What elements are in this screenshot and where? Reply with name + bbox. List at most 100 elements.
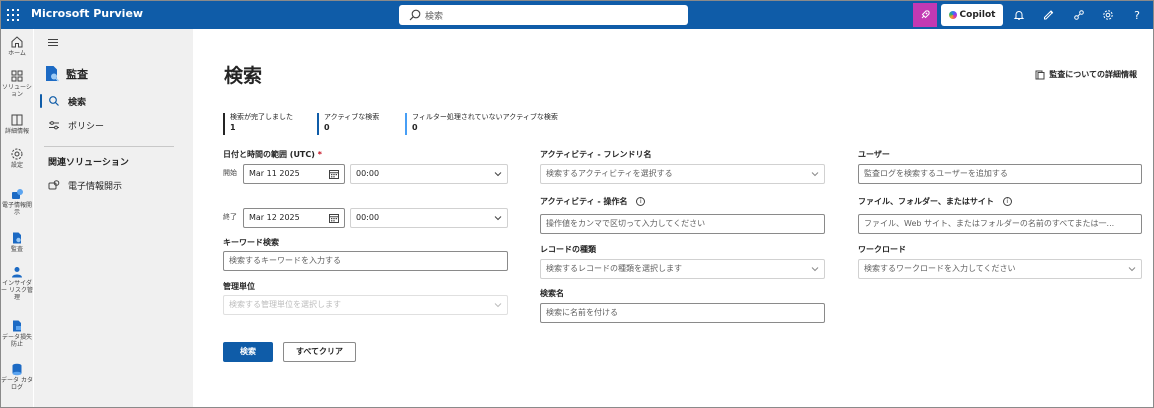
end-time-dropdown[interactable]: 00:00 <box>350 208 508 228</box>
files-label: ファイル、フォルダー、またはサイト i <box>858 196 1012 207</box>
info-icon[interactable]: i <box>1002 197 1012 206</box>
policy-icon <box>49 121 59 130</box>
chevron-down-icon <box>494 172 502 177</box>
record-type-label: レコードの種類 <box>540 245 596 254</box>
rail-item-solutions[interactable]: ソリューション <box>1 69 33 98</box>
rail-item-audit[interactable]: 監査 <box>1 231 33 253</box>
admin-units-dropdown[interactable]: 検索する管理単位を選択します <box>223 295 508 315</box>
workloads-dropdown[interactable]: 検索するワークロードを入力してください <box>858 259 1142 279</box>
stat-label: フィルター処理されていないアクティブな検索 <box>412 113 558 121</box>
calendar-icon <box>329 170 339 179</box>
feedback-icon[interactable] <box>1041 7 1057 23</box>
rail-label-solutions: ソリューション <box>2 84 32 98</box>
copilot-icon <box>948 11 957 19</box>
learn-more-link[interactable]: 監査についての詳細情報 <box>1035 69 1137 80</box>
calendar-icon <box>329 214 339 223</box>
page-title: 検索 <box>224 65 263 87</box>
rail-item-insider-risk[interactable]: インサイダー リスク管理 <box>1 265 33 301</box>
start-time-dropdown[interactable]: 00:00 <box>350 164 508 184</box>
workloads-placeholder: 検索するワークロードを入力してください <box>864 264 1016 273</box>
bell-icon[interactable] <box>1011 7 1027 23</box>
keyword-search-input[interactable]: 検索するキーワードを入力する <box>223 251 508 271</box>
rail-label-home: ホーム <box>8 50 26 57</box>
files-input[interactable]: ファイル、Web サイト、またはフォルダーの名前のすべてまたは一... <box>858 214 1142 234</box>
main-content: 検索 監査についての詳細情報 検索が完了しました 1 アクティブな検索 0 フィ… <box>193 41 1153 407</box>
stat-bar <box>223 113 225 135</box>
stat-value: 0 <box>324 123 330 132</box>
search-icon <box>49 96 59 106</box>
home-icon <box>11 36 23 48</box>
rail-item-dlp[interactable]: データ損失防止 <box>1 319 33 348</box>
nav-item-ediscovery[interactable]: 電子情報開示 <box>44 175 189 195</box>
rail-label-settings: 設定 <box>10 162 23 169</box>
search-name-input[interactable]: 検索に名前を付ける <box>540 303 825 323</box>
nav-item-search[interactable]: 検索 <box>40 91 189 111</box>
rail-label-data-catalog: データ カタログ <box>1 377 33 391</box>
chevron-down-icon <box>494 303 502 308</box>
stat-bar <box>317 113 319 135</box>
end-date-picker[interactable]: Mar 12 2025 <box>243 208 345 228</box>
chevron-down-icon <box>811 267 819 272</box>
app-launcher-icon[interactable] <box>7 9 19 21</box>
admin-units-placeholder: 検索する管理単位を選択します <box>229 300 341 309</box>
workloads-label: ワークロード <box>858 245 906 254</box>
collapse-nav-icon[interactable] <box>48 39 58 46</box>
nav-divider <box>44 146 174 147</box>
stat-label: 検索が完了しました <box>230 113 293 121</box>
connections-icon[interactable] <box>1071 7 1087 23</box>
users-label: ユーザー <box>858 150 890 159</box>
users-input[interactable]: 監査ログを検索するユーザーを追加する <box>858 164 1142 184</box>
start-date-picker[interactable]: Mar 11 2025 <box>243 164 345 184</box>
app-window: Microsoft Purview 検索 Copilot ? ホーム ソリューシ… <box>0 0 1154 408</box>
nav-header-title: 監査 <box>66 68 88 81</box>
start-time-value: 00:00 <box>356 169 380 178</box>
help-icon[interactable]: ? <box>1129 7 1145 23</box>
copilot-button[interactable]: Copilot <box>941 4 1003 26</box>
nav-item-label: 電子情報開示 <box>68 181 123 192</box>
nav-header: 監査 <box>44 65 88 83</box>
activity-friendly-dropdown[interactable]: 検索するアクティビティを選択する <box>540 164 825 184</box>
active-indicator <box>40 94 42 108</box>
learn-icon <box>11 114 23 126</box>
rail-item-settings[interactable]: 設定 <box>1 147 33 169</box>
stat-active-searches: アクティブな検索 0 <box>317 113 379 135</box>
date-range-label: 日付と時間の範囲 (UTC) * <box>223 149 322 160</box>
search-button[interactable]: 検索 <box>223 342 273 362</box>
app-title[interactable]: Microsoft Purview <box>31 7 143 20</box>
start-date-value: Mar 11 2025 <box>249 169 300 178</box>
nav-item-policy[interactable]: ポリシー <box>44 115 189 135</box>
rail-label-ediscovery: 電子情報開示 <box>1 202 32 216</box>
ediscovery-icon <box>48 180 60 190</box>
stat-bar <box>405 113 407 135</box>
info-icon[interactable]: i <box>636 197 646 206</box>
rocket-icon <box>921 10 930 19</box>
rail-item-home[interactable]: ホーム <box>1 35 33 57</box>
extension-button[interactable] <box>913 3 937 27</box>
clear-all-button[interactable]: すべてクリア <box>283 342 356 362</box>
start-label: 開始 <box>223 169 237 177</box>
chevron-down-icon <box>1128 267 1136 272</box>
activity-operation-input[interactable]: 操作値をカンマで区切って入力してください <box>540 214 825 234</box>
required-mark: * <box>317 150 322 159</box>
rail-label-learn: 詳細情報 <box>4 128 29 135</box>
settings-gear-icon[interactable] <box>1100 7 1116 23</box>
chevron-down-icon <box>494 216 502 221</box>
end-date-value: Mar 12 2025 <box>249 213 300 222</box>
global-search-input[interactable]: 検索 <box>399 5 688 25</box>
files-label-text: ファイル、フォルダー、またはサイト <box>858 197 994 206</box>
activity-operation-label-text: アクティビティ - 操作名 <box>540 197 628 206</box>
nav-item-label: ポリシー <box>68 121 105 132</box>
stat-value: 0 <box>412 123 418 132</box>
rail-item-ediscovery[interactable]: 電子情報開示 <box>1 187 33 216</box>
rail-item-learn[interactable]: 詳細情報 <box>1 113 33 135</box>
rail-label-dlp: データ損失防止 <box>1 334 32 348</box>
activity-friendly-label: アクティビティ - フレンドリ名 <box>540 150 652 159</box>
activity-operation-label: アクティビティ - 操作名 i <box>540 196 646 207</box>
end-time-value: 00:00 <box>356 213 380 222</box>
rail-item-data-catalog[interactable]: データ カタログ <box>1 362 33 391</box>
nav-item-label: 検索 <box>68 97 87 108</box>
data-catalog-icon <box>12 363 22 376</box>
audit-icon <box>13 232 21 244</box>
record-type-dropdown[interactable]: 検索するレコードの種類を選択します <box>540 259 825 279</box>
learn-more-label: 監査についての詳細情報 <box>1049 70 1137 79</box>
